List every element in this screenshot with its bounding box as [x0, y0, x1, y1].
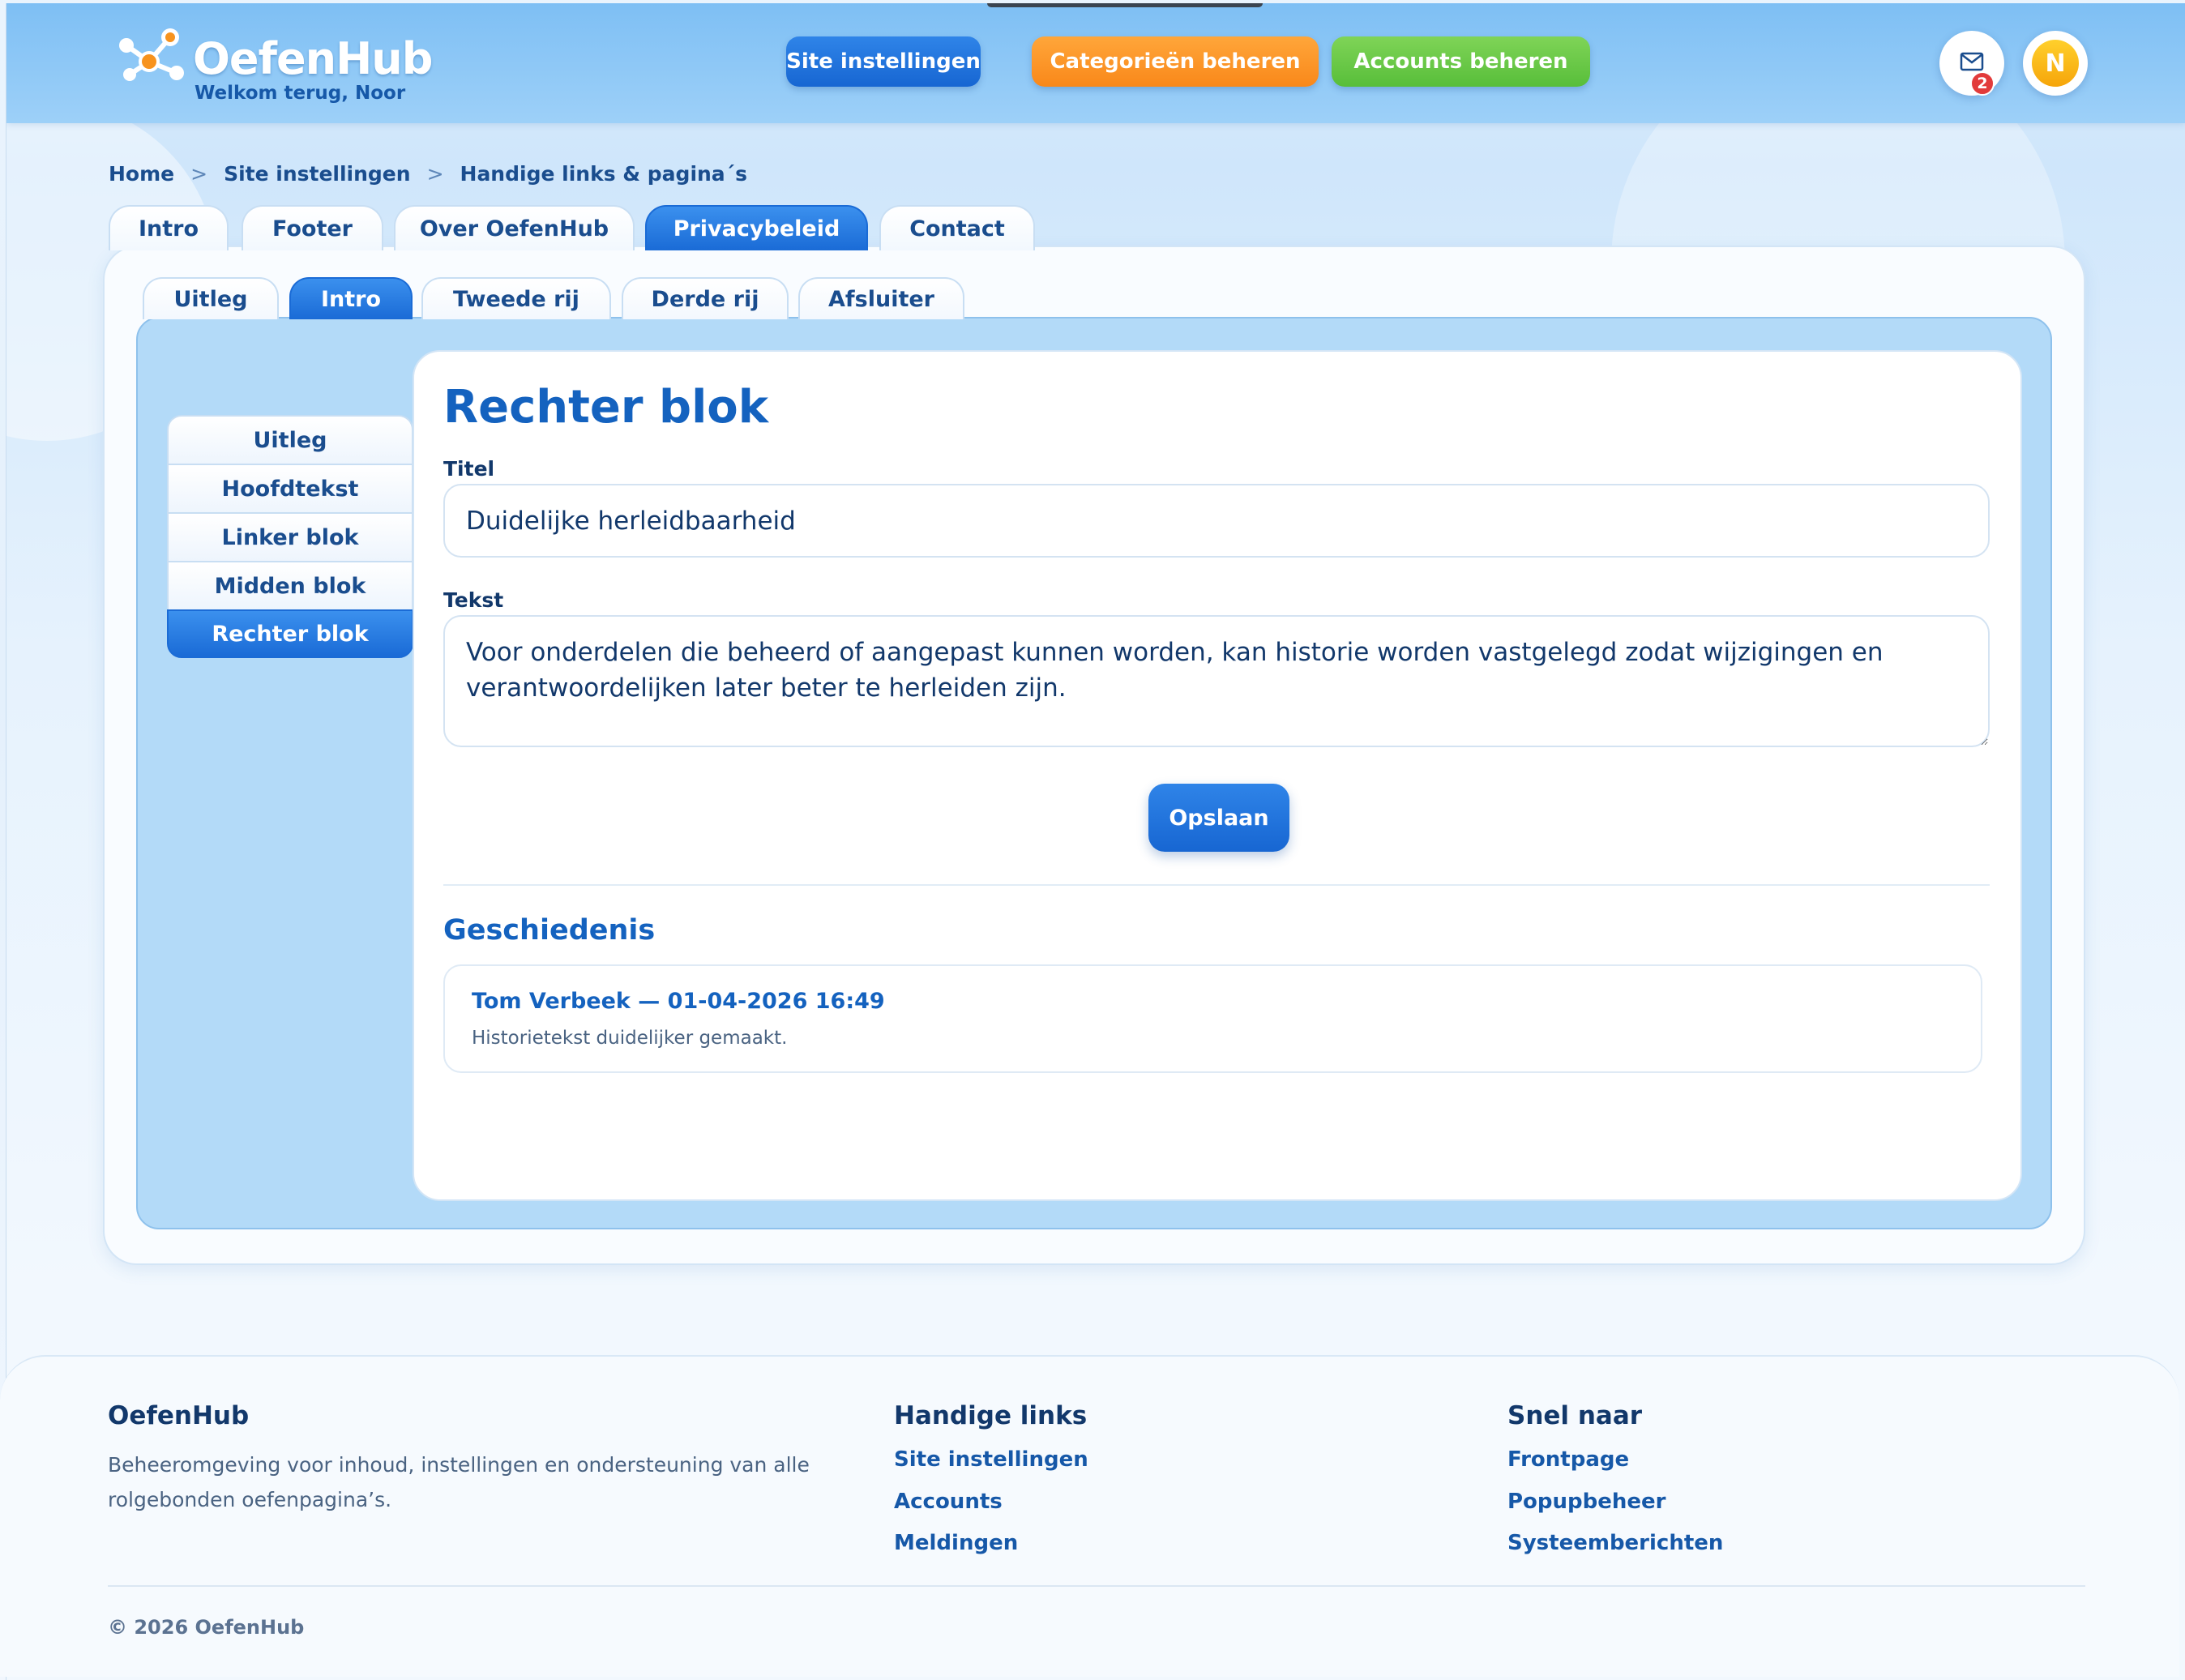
titel-input[interactable]: [443, 484, 1990, 558]
footer-link-accounts[interactable]: Accounts: [894, 1490, 1003, 1514]
site-settings-button[interactable]: Site instellingen: [786, 36, 981, 87]
manage-categories-button[interactable]: Categorieën beheren: [1032, 36, 1319, 87]
side-menu-item-midden-blok[interactable]: Midden blok: [167, 561, 413, 609]
footer-title-oefenhub: OefenHub: [108, 1401, 250, 1430]
subtab-tweede-rij[interactable]: Tweede rij: [421, 277, 611, 319]
copyright: © 2026 OefenHub: [108, 1616, 305, 1639]
footer-link-site-instellingen[interactable]: Site instellingen: [894, 1447, 1088, 1472]
subtab-intro[interactable]: Intro: [289, 277, 413, 319]
side-menu-item-hoofdtekst[interactable]: Hoofdtekst: [167, 464, 413, 512]
side-menu: Uitleg Hoofdtekst Linker blok Midden blo…: [167, 415, 413, 658]
history-entry-text: Historietekst duidelijker gemaakt.: [472, 1028, 788, 1049]
breadcrumb-separator: >: [190, 162, 208, 186]
history-entry-heading: Tom Verbeek — 01-04-2026 16:49: [472, 989, 885, 1014]
top-navigation-bar: OefenHub Welkom terug, Noor Site instell…: [6, 3, 2185, 123]
notification-badge: 2: [1970, 71, 1995, 96]
footer-link-meldingen[interactable]: Meldingen: [894, 1531, 1018, 1555]
avatar: N: [2032, 40, 2079, 87]
tab-over-oefenhub[interactable]: Over OefenHub: [394, 205, 635, 250]
history-title: Geschiedenis: [443, 914, 656, 947]
subtab-afsluiter[interactable]: Afsluiter: [798, 277, 964, 319]
breadcrumb-separator: >: [426, 162, 444, 186]
tab-footer[interactable]: Footer: [242, 205, 383, 250]
editor-title: Rechter blok: [443, 381, 769, 434]
footer-link-frontpage[interactable]: Frontpage: [1507, 1447, 1629, 1472]
logo-molecule-icon: [113, 24, 188, 92]
side-menu-item-uitleg[interactable]: Uitleg: [167, 415, 413, 464]
user-avatar-button[interactable]: N: [2023, 31, 2088, 96]
breadcrumb-site-settings[interactable]: Site instellingen: [224, 162, 411, 186]
footer-link-systeemberichten[interactable]: Systeemberichten: [1507, 1531, 1723, 1555]
side-menu-item-linker-blok[interactable]: Linker blok: [167, 512, 413, 561]
save-button[interactable]: Opslaan: [1148, 784, 1289, 852]
footer-link-popupbeheer[interactable]: Popupbeheer: [1507, 1490, 1666, 1514]
welcome-text: Welkom terug, Noor: [195, 83, 406, 104]
manage-accounts-button[interactable]: Accounts beheren: [1332, 36, 1590, 87]
footer-divider: [108, 1585, 2085, 1587]
window-notch: [987, 3, 1263, 7]
breadcrumb: Home > Site instellingen > Handige links…: [109, 162, 747, 186]
logo-text: OefenHub: [193, 32, 433, 84]
side-menu-item-rechter-blok[interactable]: Rechter blok: [167, 609, 413, 658]
tab-privacybeleid[interactable]: Privacybeleid: [645, 205, 868, 250]
tab-contact[interactable]: Contact: [879, 205, 1035, 250]
divider: [443, 884, 1990, 886]
breadcrumb-current: Handige links & pagina´s: [460, 162, 748, 186]
footer-description: Beheeromgeving voor inhoud, instellingen…: [108, 1453, 810, 1511]
subtab-derde-rij[interactable]: Derde rij: [622, 277, 789, 319]
footer-title-handige-links: Handige links: [894, 1401, 1088, 1430]
subtab-uitleg[interactable]: Uitleg: [143, 277, 279, 319]
editor-card: [413, 350, 2022, 1201]
messages-button[interactable]: 2: [1939, 31, 2004, 96]
breadcrumb-home[interactable]: Home: [109, 162, 174, 186]
tekst-label: Tekst: [443, 588, 504, 612]
footer-title-snel-naar: Snel naar: [1507, 1401, 1643, 1430]
titel-label: Titel: [443, 457, 495, 481]
tab-intro[interactable]: Intro: [109, 205, 229, 250]
history-entry: [443, 964, 1982, 1073]
tekst-textarea[interactable]: Voor onderdelen die beheerd of aangepast…: [443, 615, 1990, 747]
